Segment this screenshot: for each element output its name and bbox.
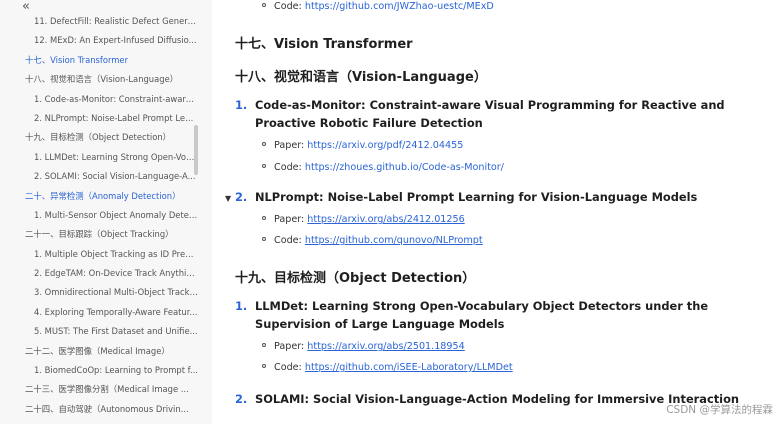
vl2-paper-line: Paper: https://arxiv.org/abs/2412.01256 bbox=[262, 214, 465, 225]
bullet-icon bbox=[262, 3, 266, 7]
toc-item[interactable]: 1. Code-as-Monitor: Constraint-aware... bbox=[22, 90, 198, 109]
vl1-title: 1. Code-as-Monitor: Constraint-aware Visu… bbox=[235, 98, 725, 112]
toc-list: 11. DefectFill: Realistic Defect Genera.… bbox=[22, 12, 198, 419]
toc-item[interactable]: 2. SOLAMI: Social Vision-Language-A... bbox=[22, 167, 198, 186]
toc-item[interactable]: 1. Multi-Sensor Object Anomaly Detec... bbox=[22, 206, 198, 225]
toc-item[interactable]: 十九、目标检测（Object Detection） bbox=[22, 128, 198, 147]
vl1-code-link[interactable]: https://zhoues.github.io/Code-as-Monitor… bbox=[305, 162, 504, 173]
csdn-watermark: CSDN @学算法的程霖 bbox=[666, 404, 773, 416]
toc-item[interactable]: 1. BiomedCoOp: Learning to Prompt f... bbox=[22, 361, 198, 380]
mexd-code-line: Code: https://github.com/JWZhao-uestc/ME… bbox=[262, 1, 494, 12]
vl1-title-cont: Proactive Robotic Failure Detection bbox=[255, 116, 483, 130]
toc-item[interactable]: 十八、视觉和语言（Vision-Language） bbox=[22, 70, 198, 89]
vl2-code-link[interactable]: https://github.com/qunovo/NLPrompt bbox=[305, 235, 483, 246]
vl1-paper-line: Paper: https://arxiv.org/pdf/2412.04455 bbox=[262, 140, 463, 151]
toc-item[interactable]: 二十一、目标跟踪（Object Tracking） bbox=[22, 225, 198, 244]
toc-item[interactable]: 1. Multiple Object Tracking as ID Pred..… bbox=[22, 245, 198, 264]
od2-title: 2. SOLAMI: Social Vision-Language-Action … bbox=[235, 392, 740, 406]
toc-item[interactable]: 3. Omnidirectional Multi-Object Tracki..… bbox=[22, 283, 198, 302]
collapse-caret-icon[interactable]: ▼ bbox=[225, 194, 231, 203]
vl2-title: 2. NLPrompt: Noise-Label Prompt Learning … bbox=[235, 190, 698, 204]
article-content: Code: https://github.com/JWZhao-uestc/ME… bbox=[222, 0, 781, 424]
sidebar-scrollbar[interactable] bbox=[194, 125, 198, 175]
toc-item[interactable]: 4. Exploring Temporally-Aware Featur... bbox=[22, 303, 198, 322]
toc-item[interactable]: 12. MExD: An Expert-Infused Diffusio... bbox=[22, 31, 198, 50]
od1-title: 1. LLMDet: Learning Strong Open-Vocabular… bbox=[235, 299, 709, 313]
heading-vision-transformer: 十七、Vision Transformer bbox=[235, 37, 413, 52]
vl2-paper-link[interactable]: https://arxiv.org/abs/2412.01256 bbox=[307, 214, 464, 225]
heading-object-detection: 十九、目标检测（Object Detection） bbox=[235, 271, 476, 286]
mexd-code-link[interactable]: https://github.com/JWZhao-uestc/MExD bbox=[305, 1, 494, 12]
od1-title-cont: Supervision of Large Language Models bbox=[255, 317, 505, 331]
bullet-icon bbox=[262, 343, 266, 347]
bullet-icon bbox=[262, 142, 266, 146]
bullet-icon bbox=[262, 164, 266, 168]
toc-item[interactable]: 11. DefectFill: Realistic Defect Genera.… bbox=[22, 12, 198, 31]
bullet-icon bbox=[262, 237, 266, 241]
od1-code-line: Code: https://github.com/iSEE-Laboratory… bbox=[262, 362, 513, 373]
bullet-icon bbox=[262, 216, 266, 220]
od1-code-link[interactable]: https://github.com/iSEE-Laboratory/LLMDe… bbox=[305, 362, 513, 373]
toc-item[interactable]: 1. LLMDet: Learning Strong Open-Voc... bbox=[22, 148, 198, 167]
toc-item[interactable]: 二十二、医学图像（Medical Image） bbox=[22, 342, 198, 361]
toc-item[interactable]: 5. MUST: The First Dataset and Unifie... bbox=[22, 322, 198, 341]
sidebar-toc: « 11. DefectFill: Realistic Defect Gener… bbox=[0, 0, 212, 424]
od1-paper-line: Paper: https://arxiv.org/abs/2501.18954 bbox=[262, 341, 465, 352]
vl1-paper-link[interactable]: https://arxiv.org/pdf/2412.04455 bbox=[307, 140, 463, 151]
toc-item[interactable]: 二十四、自动驾驶（Autonomous Drivin... bbox=[22, 400, 198, 419]
od1-paper-link[interactable]: https://arxiv.org/abs/2501.18954 bbox=[307, 341, 464, 352]
heading-vision-language: 十八、视觉和语言（Vision-Language） bbox=[235, 70, 487, 85]
toc-item[interactable]: 二十三、医学图像分割（Medical Image ... bbox=[22, 380, 198, 399]
bullet-icon bbox=[262, 364, 266, 368]
vl1-code-line: Code: https://zhoues.github.io/Code-as-M… bbox=[262, 162, 504, 173]
toc-item[interactable]: 十七、Vision Transformer bbox=[22, 51, 198, 70]
toc-item[interactable]: 2. EdgeTAM: On-Device Track Anythin... bbox=[22, 264, 198, 283]
toc-item[interactable]: 二十、异常检测（Anomaly Detection） bbox=[22, 187, 198, 206]
toc-item[interactable]: 2. NLPrompt: Noise-Label Prompt Lea... bbox=[22, 109, 198, 128]
vl2-code-line: Code: https://github.com/qunovo/NLPrompt bbox=[262, 235, 483, 246]
